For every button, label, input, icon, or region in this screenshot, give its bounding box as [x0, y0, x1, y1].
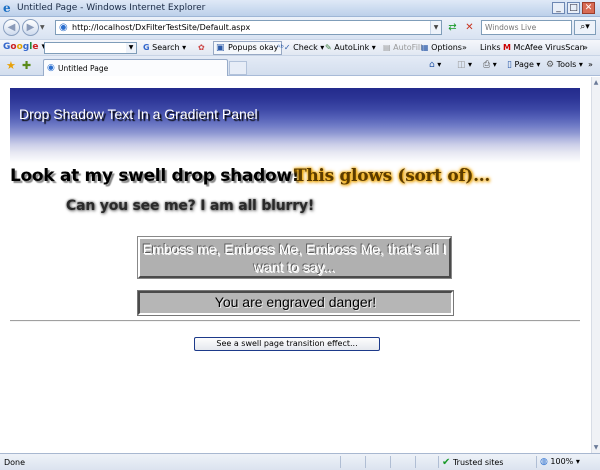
zoom-control[interactable]: ◍ 100% ▾: [540, 457, 580, 467]
drop-shadow-text: Look at my swell drop shadow!: [10, 166, 300, 186]
page-icon: ◉: [59, 22, 68, 33]
address-bar-row: ◀ ▶ ▼ ◉ http://localhost/DxFilterTestSit…: [0, 17, 600, 39]
tools-gear-icon: ⚙: [546, 60, 555, 70]
security-zone[interactable]: ✔ Trusted sites: [442, 457, 503, 468]
options-button[interactable]: ▦ Options: [421, 43, 462, 52]
trusted-check-icon: ✔: [442, 457, 451, 468]
status-separator: [415, 456, 416, 468]
home-icon: ⌂: [429, 60, 435, 70]
title-bar: e Untitled Page - Windows Internet Explo…: [0, 0, 600, 17]
refresh-icon[interactable]: ⇄: [445, 21, 460, 35]
spell-check-button[interactable]: ᴬᵇ✓ Check ▾: [277, 43, 324, 52]
glow-text: This glows (sort of)...: [294, 166, 490, 186]
autofill-label: AutoFill: [393, 43, 423, 52]
mcafee-icon: M: [503, 43, 511, 52]
status-separator: [536, 456, 537, 468]
blurry-text: Can you see me? I am all blurry!: [66, 198, 315, 214]
add-favorites-icon[interactable]: ✚: [22, 59, 31, 72]
popup-blocker-icon: ▣: [216, 43, 225, 53]
popups-label: Popups okay: [228, 43, 279, 52]
security-zone-label: Trusted sites: [452, 458, 504, 467]
mcafee-button[interactable]: M McAfee VirusScan: [503, 43, 585, 52]
ie-logo-icon: e: [3, 1, 11, 15]
google-search-dropdown-icon[interactable]: ▼: [126, 43, 136, 53]
address-field[interactable]: ◉ http://localhost/DxFilterTestSite/Defa…: [55, 20, 442, 35]
tools-menu[interactable]: ⚙ Tools ▾: [546, 60, 583, 70]
emboss-panel: Emboss me, Emboss Me, Emboss Me, that's …: [138, 237, 451, 278]
autofill-icon: ▤: [383, 43, 391, 52]
tools-menu-label: Tools: [556, 60, 577, 69]
page-menu-icon: ▯: [507, 60, 512, 70]
options-label: Options: [431, 43, 462, 52]
status-text: Done: [4, 458, 26, 467]
close-button[interactable]: ✕: [582, 2, 595, 14]
engrave-panel: You are engraved danger!: [138, 291, 453, 315]
mcafee-label: McAfee VirusScan: [513, 43, 585, 52]
magnifier-icon: ⌕▾: [580, 22, 590, 32]
status-separator: [438, 456, 439, 468]
popups-button[interactable]: ▣ Popups okay: [213, 41, 283, 55]
forward-button[interactable]: ▶: [22, 19, 39, 36]
scroll-down-icon[interactable]: ▼: [592, 443, 600, 452]
new-tab-button[interactable]: [229, 61, 247, 75]
search-button[interactable]: ⌕▾: [574, 20, 596, 35]
zoom-level: 100%: [550, 457, 574, 466]
window-title: Untitled Page - Windows Internet Explore…: [17, 3, 206, 13]
gradient-panel: Drop Shadow Text In a Gradient Panel: [10, 88, 580, 163]
minimize-button[interactable]: _: [552, 2, 565, 14]
spellcheck-icon: ᴬᵇ✓: [277, 43, 291, 52]
history-dropdown-icon[interactable]: ▼: [40, 24, 45, 31]
tab-label: Untitled Page: [58, 64, 109, 73]
status-separator: [340, 456, 341, 468]
home-button[interactable]: ⌂ ▾: [429, 60, 441, 70]
print-icon: ⎙: [483, 60, 491, 70]
google-search-field[interactable]: ▼: [44, 42, 137, 54]
search-box[interactable]: [481, 20, 572, 35]
gradient-panel-heading: Drop Shadow Text In a Gradient Panel: [19, 106, 258, 122]
links-overflow-icon[interactable]: »: [583, 43, 588, 52]
links-button[interactable]: Links: [480, 43, 501, 52]
maximize-button[interactable]: □: [567, 2, 580, 14]
autolink-button[interactable]: ✎ AutoLink ▾: [325, 43, 376, 52]
stop-icon[interactable]: ✕: [462, 21, 477, 35]
google-logo[interactable]: Google ▾: [3, 42, 46, 52]
tab-row: ★ ✚ ◉ Untitled Page ⌂ ▾ ◫ ▾ ⎙ ▾ ▯ Page ▾…: [0, 56, 600, 76]
autolink-icon: ✎: [325, 43, 332, 52]
status-bar: Done ✔ Trusted sites ◍ 100% ▾: [0, 453, 600, 470]
url-text: http://localhost/DxFilterTestSite/Defaul…: [72, 23, 251, 32]
google-search-label: Search: [152, 43, 180, 52]
vertical-scrollbar[interactable]: ▲ ▼: [591, 77, 600, 453]
back-button[interactable]: ◀: [3, 19, 20, 36]
autolink-label: AutoLink: [334, 43, 370, 52]
scroll-up-icon[interactable]: ▲: [592, 78, 600, 87]
status-separator: [365, 456, 366, 468]
page-transition-button[interactable]: See a swell page transition effect...: [194, 337, 380, 351]
tab-page-icon: ◉: [47, 63, 55, 73]
toolbar-overflow-icon[interactable]: »: [462, 43, 467, 52]
feeds-icon: ◫: [457, 60, 466, 70]
google-search-input[interactable]: [45, 43, 125, 53]
google-g-icon: G: [143, 43, 150, 52]
feeds-button[interactable]: ◫ ▾: [457, 60, 472, 70]
page-content: Drop Shadow Text In a Gradient Panel Loo…: [0, 77, 591, 453]
pagerank-icon[interactable]: ✿: [198, 43, 205, 52]
tab-untitled-page[interactable]: ◉ Untitled Page: [43, 59, 228, 76]
check-label: Check: [293, 43, 318, 52]
favorites-star-icon[interactable]: ★: [6, 59, 16, 72]
commands-overflow-icon[interactable]: »: [588, 60, 593, 69]
search-input[interactable]: [482, 21, 571, 34]
status-separator: [390, 456, 391, 468]
options-icon: ▦: [421, 43, 429, 52]
google-toolbar: Google ▾ ▼ G Search ▾ ✿ ▣ Popups okay ᴬᵇ✓…: [0, 39, 600, 56]
horizontal-divider: [10, 320, 580, 322]
zoom-globe-icon: ◍: [540, 457, 548, 467]
google-search-button[interactable]: G Search ▾: [143, 43, 186, 52]
page-menu-label: Page: [514, 60, 534, 69]
autofill-button[interactable]: ▤ AutoFill: [383, 43, 422, 52]
address-dropdown-icon[interactable]: ▼: [430, 21, 441, 34]
page-menu[interactable]: ▯ Page ▾: [507, 60, 540, 70]
print-button[interactable]: ⎙ ▾: [483, 60, 497, 70]
